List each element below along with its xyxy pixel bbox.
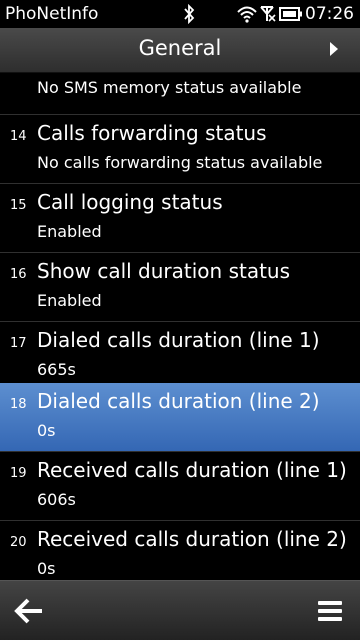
list-item-value: No SMS memory status available [37,78,302,97]
status-bar: PhoNetInfo 07:26 [0,0,360,28]
bluetooth-icon [184,4,195,24]
list-item[interactable]: 19 Received calls duration (line 1) 606s [0,452,360,521]
list-item[interactable]: 20 Received calls duration (line 2) 0s [0,521,360,580]
list-item[interactable]: 17 Dialed calls duration (line 1) 665s [0,322,360,391]
next-page-arrow-icon[interactable] [330,42,338,56]
list-item-label: Calls forwarding status [37,121,267,145]
list-item-value: Enabled [37,291,102,310]
menu-icon[interactable] [310,593,350,629]
no-signal-icon [260,6,276,22]
list-item-number: 18 [10,397,27,412]
list-item-value: 665s [37,360,76,379]
list-item-number: 16 [10,267,27,282]
list-item-selected[interactable]: 18 Dialed calls duration (line 2) 0s [0,383,360,452]
list-item-label: Dialed calls duration (line 2) [37,389,320,413]
list-item-value: 0s [37,421,56,440]
list-item-label: Received calls duration (line 1) [37,458,347,482]
list-item-value: Enabled [37,222,102,241]
clock: 07:26 [305,4,354,24]
list-item-number: 14 [10,129,27,144]
list-item-partial[interactable]: No SMS memory status available [0,72,360,115]
list-item-number: 15 [10,198,27,213]
screen: PhoNetInfo 07:26 General No SMS memory s… [0,0,360,640]
list-item-label: Dialed calls duration (line 1) [37,328,320,352]
app-name: PhoNetInfo [5,4,99,24]
list-item-value: 606s [37,490,76,509]
back-arrow-icon[interactable] [10,593,50,629]
list-item[interactable]: 16 Show call duration status Enabled [0,253,360,322]
list-item-number: 20 [10,535,27,550]
list-item-value: No calls forwarding status available [37,153,323,172]
list-item-label: Received calls duration (line 2) [37,527,347,551]
title-bar: General [0,28,360,73]
list-item-value: 0s [37,559,56,578]
info-list: No SMS memory status available 14 Calls … [0,72,360,580]
list-item[interactable]: 15 Call logging status Enabled [0,184,360,253]
battery-icon [279,7,302,21]
list-item-label: Show call duration status [37,259,291,283]
list-item-number: 19 [10,466,27,481]
wifi-icon [237,6,257,23]
list-item[interactable]: 14 Calls forwarding status No calls forw… [0,115,360,184]
bottom-toolbar [0,580,360,640]
list-item-label: Call logging status [37,190,223,214]
page-title: General [138,36,222,60]
list-item-number: 17 [10,336,27,351]
